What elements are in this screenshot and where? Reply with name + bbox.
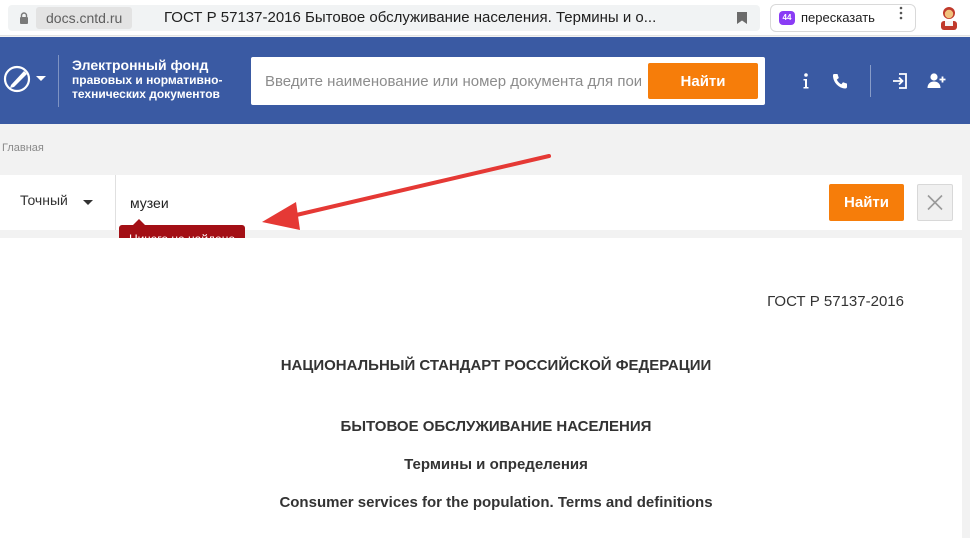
kebab-menu-icon[interactable] xyxy=(896,6,906,20)
document-search-input[interactable] xyxy=(130,191,810,215)
browser-toolbar: docs.cntd.ru ГОСТ Р 57137-2016 Бытовое о… xyxy=(0,0,970,36)
header-find-button[interactable]: Найти xyxy=(648,63,758,99)
add-user-icon[interactable] xyxy=(926,71,946,91)
phone-icon[interactable] xyxy=(830,71,850,91)
document-english-title: Consumer services for the population. Te… xyxy=(279,494,713,511)
document-number: ГОСТ Р 57137-2016 xyxy=(767,293,904,310)
divider xyxy=(58,55,59,107)
logo-icon[interactable] xyxy=(2,63,34,95)
avatar[interactable] xyxy=(936,4,962,32)
breadcrumb: Главная xyxy=(2,142,44,154)
lock-icon xyxy=(20,12,28,24)
site-header: Электронный фонд правовых и нормативно- … xyxy=(0,37,970,124)
document-find-button[interactable]: Найти xyxy=(829,184,904,221)
close-search-button[interactable] xyxy=(917,184,953,221)
breadcrumb-home[interactable]: Главная xyxy=(2,142,44,154)
divider xyxy=(115,175,116,230)
brand-subtitle-1: правовых и нормативно- xyxy=(72,73,223,87)
bookmark-icon[interactable] xyxy=(736,11,748,25)
document-title: БЫТОВОЕ ОБСЛУЖИВАНИЕ НАСЕЛЕНИЯ xyxy=(340,418,652,435)
login-icon[interactable] xyxy=(890,71,910,91)
chevron-down-icon[interactable] xyxy=(83,200,93,205)
chevron-down-icon[interactable] xyxy=(36,76,46,81)
header-search: Найти xyxy=(251,57,765,105)
brand-name[interactable]: Электронный фонд правовых и нормативно- … xyxy=(72,57,247,101)
brand-subtitle-2: технических документов xyxy=(72,87,220,101)
tab-title: ГОСТ Р 57137-2016 Бытовое обслуживание н… xyxy=(164,9,657,26)
retell-label: пересказать xyxy=(801,10,875,25)
divider xyxy=(870,65,871,97)
domain-chip[interactable]: docs.cntd.ru xyxy=(36,7,133,29)
document-subtitle: Термины и определения xyxy=(404,456,588,473)
header-search-input[interactable] xyxy=(265,69,641,93)
close-icon xyxy=(927,194,943,211)
address-bar[interactable]: docs.cntd.ru ГОСТ Р 57137-2016 Бытовое о… xyxy=(8,5,760,31)
retell-icon: 44 xyxy=(779,11,795,25)
retell-button[interactable]: 44 пересказать xyxy=(770,4,916,32)
search-mode-select[interactable]: Точный xyxy=(20,192,68,212)
info-icon[interactable] xyxy=(796,71,816,91)
document-body: ГОСТ Р 57137-2016 НАЦИОНАЛЬНЫЙ СТАНДАРТ … xyxy=(0,238,962,538)
document-heading: НАЦИОНАЛЬНЫЙ СТАНДАРТ РОССИЙСКОЙ ФЕДЕРАЦ… xyxy=(280,357,712,374)
brand-title: Электронный фонд xyxy=(72,57,209,73)
